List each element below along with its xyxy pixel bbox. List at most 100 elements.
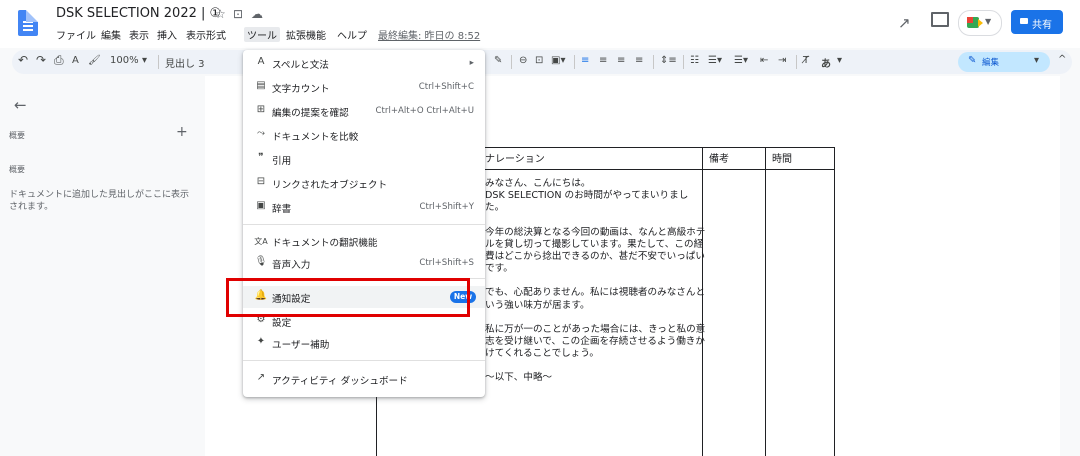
cloud-status-icon[interactable]: ☁ bbox=[251, 7, 263, 21]
narration-paragraph: 〜以下、中略〜 bbox=[485, 372, 553, 384]
menu-help[interactable]: ヘルプ bbox=[337, 27, 367, 42]
menu-file[interactable]: ファイル bbox=[56, 27, 96, 42]
menu-item-accessibility[interactable]: ✦ ユーザー補助 bbox=[243, 332, 485, 354]
paint-format-icon[interactable]: 🖌 bbox=[88, 55, 101, 66]
comment-history-icon[interactable] bbox=[931, 12, 949, 27]
translate-icon: 文A bbox=[254, 237, 268, 246]
outline-summary-label: 概要 bbox=[9, 165, 25, 174]
bulleted-list-icon[interactable]: ☰▾ bbox=[708, 55, 722, 66]
narration-paragraph: 私に万が一のことがあった場合には、きっと私の意志を受け継いで、この企画を存続させ… bbox=[485, 323, 706, 360]
menu-item-label: 辞書 bbox=[272, 204, 292, 215]
menu-format[interactable]: 表示形式 bbox=[186, 27, 226, 42]
compare-icon: ⤳ bbox=[257, 128, 265, 139]
menu-edit[interactable]: 編集 bbox=[101, 27, 121, 42]
accessibility-icon: ✦ bbox=[256, 336, 266, 347]
menu-item-activity-dashboard[interactable]: ↗ アクティビティ ダッシュボード bbox=[243, 368, 485, 390]
menu-item-label: リンクされたオブジェクト bbox=[272, 180, 388, 191]
menu-item-shortcut: Ctrl+Shift+S bbox=[419, 258, 474, 268]
editing-mode-select[interactable]: ✎ 編集 ▾ bbox=[958, 52, 1050, 72]
linked-object-icon: ⊟ bbox=[256, 176, 266, 187]
docs-logo-icon[interactable] bbox=[18, 10, 38, 36]
chevron-down-icon: ▾ bbox=[1034, 55, 1040, 66]
redo-icon[interactable]: ↷ bbox=[36, 53, 46, 67]
add-heading-icon[interactable]: + bbox=[176, 124, 188, 140]
table-border bbox=[765, 147, 766, 456]
dictionary-icon: ▣ bbox=[256, 200, 266, 211]
numbered-list-icon[interactable]: ☰▾ bbox=[734, 55, 748, 66]
back-arrow-icon[interactable]: ← bbox=[14, 96, 27, 114]
menu-item-dictionary[interactable]: ▣ 辞書 Ctrl+Shift+Y bbox=[243, 196, 485, 218]
paragraph-style-select[interactable]: 見出し 3 bbox=[165, 55, 205, 70]
table-border bbox=[834, 147, 835, 456]
menu-item-voice-typing[interactable]: 🎙 音声入力 Ctrl+Shift+S bbox=[243, 252, 485, 274]
chevron-down-icon[interactable]: ▾ bbox=[837, 55, 842, 66]
increase-indent-icon[interactable]: ⇥ bbox=[778, 55, 786, 66]
submenu-arrow-icon: ▸ bbox=[469, 58, 474, 68]
menu-item-linked-objects[interactable]: ⊟ リンクされたオブジェクト bbox=[243, 172, 485, 194]
highlight-annotation-box bbox=[226, 278, 470, 317]
comment-icon[interactable]: ⊡ bbox=[535, 55, 543, 66]
input-tools-icon[interactable]: あ bbox=[821, 55, 831, 70]
print-icon[interactable]: ⎙ bbox=[54, 53, 64, 68]
document-title[interactable]: DSK SELECTION 2022 | ① bbox=[56, 6, 221, 21]
menu-item-label: ドキュメントを比較 bbox=[272, 132, 359, 143]
move-folder-icon[interactable]: ⊡ bbox=[233, 7, 243, 21]
activity-trend-icon[interactable]: ↗ bbox=[898, 14, 911, 32]
menu-item-translate[interactable]: 文A ドキュメントの翻訳機能 bbox=[243, 230, 485, 252]
menu-item-label: スペルと文法 bbox=[272, 60, 329, 71]
menu-extensions[interactable]: 拡張機能 bbox=[286, 27, 326, 42]
chevron-down-icon[interactable]: ▾ bbox=[142, 55, 147, 66]
star-icon[interactable]: ☆ bbox=[215, 7, 226, 21]
align-left-icon[interactable]: ≡ bbox=[581, 55, 589, 66]
menu-item-label: ドキュメントの翻訳機能 bbox=[272, 238, 378, 249]
menu-divider bbox=[243, 224, 485, 225]
menu-tools[interactable]: ツール bbox=[244, 27, 280, 42]
clear-format-icon[interactable]: T̸ bbox=[803, 55, 809, 66]
spellcheck-icon[interactable]: A bbox=[72, 55, 79, 66]
table-header-time: 時間 bbox=[772, 154, 792, 165]
collapse-icon[interactable]: ^ bbox=[1058, 54, 1066, 65]
line-spacing-icon[interactable]: ⇕≡ bbox=[660, 55, 677, 66]
align-right-icon[interactable]: ≡ bbox=[617, 55, 625, 66]
zoom-select[interactable]: 100% bbox=[110, 55, 139, 66]
menu-item-spelling[interactable]: A スペルと文法 ▸ bbox=[243, 52, 485, 74]
outline-title: 概要 bbox=[9, 131, 25, 140]
narration-paragraph: でも、心配ありません。私には視聴者のみなさんという強い味方が居ます。 bbox=[485, 287, 706, 311]
menu-item-word-count[interactable]: ▤ 文字カウント Ctrl+Shift+C bbox=[243, 76, 485, 98]
trend-icon: ↗ bbox=[256, 372, 266, 383]
menu-item-review-suggestions[interactable]: ⊞ 編集の提案を確認 Ctrl+Alt+O Ctrl+Alt+U bbox=[243, 100, 485, 122]
microphone-icon: 🎙 bbox=[254, 256, 268, 267]
toolbar-divider bbox=[683, 55, 684, 69]
menu-item-shortcut: Ctrl+Alt+O Ctrl+Alt+U bbox=[375, 106, 474, 116]
menu-item-citations[interactable]: ❞ 引用 bbox=[243, 148, 485, 170]
last-edit-link[interactable]: 最終編集: 昨日の 8:52 bbox=[378, 27, 480, 42]
tools-menu: A スペルと文法 ▸ ▤ 文字カウント Ctrl+Shift+C ⊞ 編集の提案… bbox=[243, 50, 485, 397]
word-count-icon: ▤ bbox=[256, 80, 266, 91]
image-icon[interactable]: ▣▾ bbox=[551, 55, 565, 66]
checklist-icon[interactable]: ☷ bbox=[690, 55, 699, 66]
menu-view[interactable]: 表示 bbox=[129, 27, 149, 42]
share-button[interactable]: 共有 bbox=[1011, 10, 1063, 34]
link-icon[interactable]: ⊖ bbox=[519, 55, 527, 66]
align-center-icon[interactable]: ≡ bbox=[599, 55, 607, 66]
decrease-indent-icon[interactable]: ⇤ bbox=[760, 55, 768, 66]
undo-icon[interactable]: ↶ bbox=[18, 53, 28, 67]
meet-button[interactable]: ▼ bbox=[958, 10, 1002, 36]
narration-cell[interactable]: みなさん、こんにちは。 DSK SELECTION のお時間がやってまいりました… bbox=[485, 178, 707, 397]
menu-item-compare-documents[interactable]: ⤳ ドキュメントを比較 bbox=[243, 124, 485, 146]
menu-item-label: 設定 bbox=[272, 318, 292, 329]
outline-help-text: ドキュメントに追加した見出しがここに表示されます。 bbox=[9, 190, 190, 212]
menu-item-label: 編集の提案を確認 bbox=[272, 108, 349, 119]
edit-mode-label: 編集 bbox=[982, 58, 1000, 68]
menu-insert[interactable]: 挿入 bbox=[157, 27, 177, 42]
menu-item-label: アクティビティ ダッシュボード bbox=[272, 376, 408, 387]
menu-divider bbox=[243, 360, 485, 361]
highlight-pen-icon[interactable]: ✎ bbox=[494, 55, 502, 66]
align-justify-icon[interactable]: ≡ bbox=[635, 55, 643, 66]
pencil-icon: ✎ bbox=[968, 55, 977, 66]
menu-item-label: 文字カウント bbox=[272, 84, 330, 95]
menu-item-label: 引用 bbox=[272, 156, 292, 167]
outline-pane bbox=[0, 76, 200, 456]
table-header-narration: ナレーション bbox=[485, 154, 545, 165]
lock-icon bbox=[1020, 18, 1028, 24]
